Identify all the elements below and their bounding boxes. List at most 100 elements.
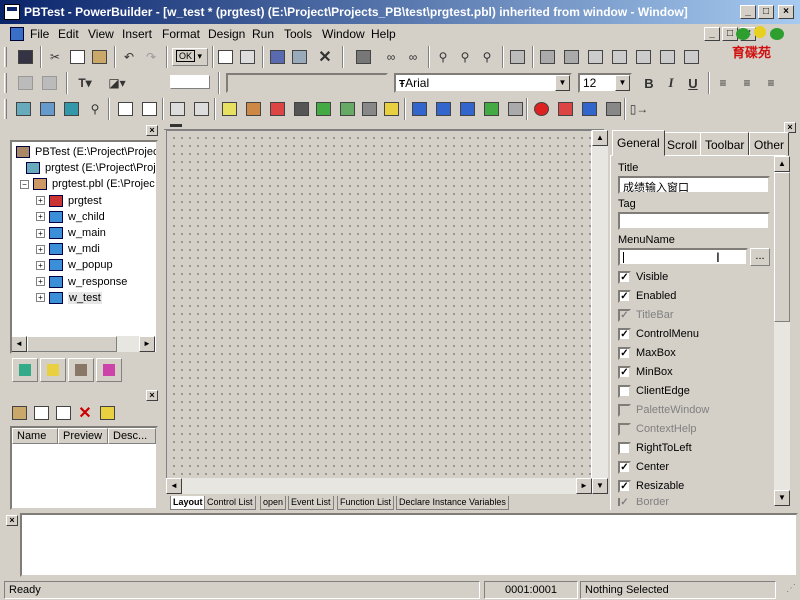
pipeline-icon[interactable]	[632, 46, 654, 68]
checkbox-box[interactable]	[618, 384, 631, 398]
canvas-scroll-down-button[interactable]: ▼	[592, 478, 608, 494]
run-window-icon[interactable]	[578, 98, 600, 120]
tree-item[interactable]: + prgtest	[36, 193, 102, 209]
picture-icon[interactable]	[242, 98, 264, 120]
checkmark-icon[interactable]: ✓	[618, 327, 631, 341]
checkbox-resizable[interactable]: ✓ Resizable	[618, 479, 768, 493]
column-description-header[interactable]: Desc...	[108, 428, 156, 444]
tab-general[interactable]: General	[612, 130, 665, 156]
datawindow-icon[interactable]	[584, 46, 606, 68]
list-copy-icon[interactable]	[30, 402, 52, 424]
send-back-icon[interactable]	[38, 72, 60, 94]
tab-other[interactable]: Other	[749, 132, 790, 156]
tab-event-list[interactable]: Event List	[288, 496, 334, 510]
properties-scroll-down-button[interactable]: ▼	[774, 490, 790, 506]
tab-declare-instance-variables[interactable]: Declare Instance Variables	[396, 496, 509, 510]
command-button-icon[interactable]	[266, 98, 288, 120]
browser-icon[interactable]	[288, 46, 310, 68]
checkbox-maxbox[interactable]: ✓ MaxBox	[618, 346, 768, 360]
group-control-icon[interactable]	[336, 98, 358, 120]
clip-list[interactable]: Name Preview Desc...	[10, 426, 158, 510]
treeview-icon[interactable]	[432, 98, 454, 120]
debug-icon[interactable]: ∞	[380, 46, 402, 68]
close-button[interactable]: ×	[778, 5, 794, 19]
richtext-icon[interactable]	[480, 98, 502, 120]
tree-item[interactable]: + w_child	[36, 209, 105, 225]
menu-run[interactable]: Run	[252, 27, 274, 41]
expand-icon[interactable]: +	[36, 293, 45, 303]
border-style-dropdown[interactable]	[170, 75, 210, 89]
checkmark-icon[interactable]: ✓	[618, 346, 631, 360]
paste-icon[interactable]	[88, 46, 110, 68]
tag-field[interactable]	[618, 212, 770, 230]
list-open-icon[interactable]	[8, 402, 30, 424]
list-edit-icon[interactable]	[96, 402, 118, 424]
canvas-hscroll[interactable]: ◄ ►	[166, 478, 592, 494]
collapse-icon[interactable]: −	[20, 179, 29, 189]
tab-control-list[interactable]: Control List	[204, 496, 256, 510]
tab-layout[interactable]: Layout	[170, 496, 206, 510]
canvas-vscroll[interactable]: ▲ ▼	[592, 130, 608, 494]
checkbox-controlmenu[interactable]: ✓ ControlMenu	[618, 327, 768, 341]
tree-item-selected[interactable]: + w_test	[36, 290, 102, 306]
ok-dropdown-button[interactable]: OK ▾	[172, 48, 208, 66]
tree-panel-close-button[interactable]: ×	[146, 125, 158, 136]
tab-scroll[interactable]: Scroll	[662, 132, 703, 156]
align-right-icon[interactable]: ≡	[760, 72, 782, 94]
build-icon[interactable]	[506, 46, 528, 68]
minimize-button[interactable]: _	[740, 5, 756, 19]
checkbox-minbox[interactable]: ✓ MinBox	[618, 365, 768, 379]
expand-icon[interactable]: +	[36, 212, 45, 222]
checkmark-icon[interactable]: ✓	[618, 270, 631, 284]
tab-function-list[interactable]: Function List	[337, 496, 395, 510]
close-painter-icon[interactable]: ✕	[314, 46, 336, 68]
expand-icon[interactable]: +	[36, 228, 45, 238]
output-window[interactable]	[20, 513, 798, 577]
expand-icon[interactable]: +	[36, 277, 45, 287]
checkbox-visible[interactable]: ✓ Visible	[618, 270, 768, 284]
font-size-combo[interactable]: 12 ▼	[578, 73, 632, 93]
menu-view[interactable]: View	[88, 27, 114, 41]
tree-scroll-left-button[interactable]: ◄	[12, 336, 27, 352]
exit-icon[interactable]: ▯→	[628, 98, 650, 120]
static-text-icon[interactable]	[218, 98, 240, 120]
title-field[interactable]: 成绩输入窗口	[618, 176, 770, 194]
menu-insert[interactable]: Insert	[122, 27, 152, 41]
listview-icon[interactable]	[456, 98, 478, 120]
sql-icon[interactable]	[608, 46, 630, 68]
components-tab[interactable]	[68, 358, 94, 382]
mdi-minimize-button[interactable]: _	[704, 27, 720, 41]
zoom-icon[interactable]: ⚲	[84, 98, 106, 120]
style-combo[interactable]	[226, 73, 388, 93]
properties-scroll-up-button[interactable]: ▲	[774, 156, 790, 172]
maximize-button[interactable]: □	[758, 5, 774, 19]
new-icon[interactable]	[214, 46, 236, 68]
checkmark-icon[interactable]: ✓	[618, 289, 631, 303]
tree-item[interactable]: − prgtest.pbl (E:\Projec	[20, 176, 155, 192]
checkmark-icon[interactable]: ✓	[618, 479, 631, 493]
tab-open[interactable]: open	[260, 496, 287, 510]
database-icon[interactable]	[560, 46, 582, 68]
align-icon[interactable]	[166, 98, 188, 120]
underline-button[interactable]: U	[682, 72, 704, 94]
objects-tab[interactable]	[40, 358, 66, 382]
tree-item[interactable]: + w_mdi	[36, 241, 100, 257]
debug-run-icon[interactable]	[530, 98, 552, 120]
menu-design[interactable]: Design	[208, 27, 245, 41]
tree-item[interactable]: + w_popup	[36, 257, 113, 273]
undo-icon[interactable]: ↶	[118, 46, 140, 68]
checkbox-center[interactable]: ✓ Center	[618, 460, 768, 474]
menu-file[interactable]: File	[30, 27, 49, 41]
query-icon[interactable]	[656, 46, 678, 68]
canvas-scroll-left-button[interactable]: ◄	[166, 478, 182, 494]
view-properties-icon[interactable]	[138, 98, 160, 120]
font-name-combo[interactable]: ŦArial ▼	[394, 73, 572, 93]
options-icon[interactable]	[602, 98, 624, 120]
tree-item[interactable]: + w_main	[36, 225, 106, 241]
tree-scroll-thumb[interactable]	[27, 336, 117, 352]
resources-tab[interactable]	[96, 358, 122, 382]
checkbox-clientedge[interactable]: ClientEdge	[618, 384, 768, 398]
tab-order-icon[interactable]	[36, 98, 58, 120]
output-close-button[interactable]: ×	[6, 515, 18, 526]
checkmark-icon[interactable]: ✓	[618, 460, 631, 474]
